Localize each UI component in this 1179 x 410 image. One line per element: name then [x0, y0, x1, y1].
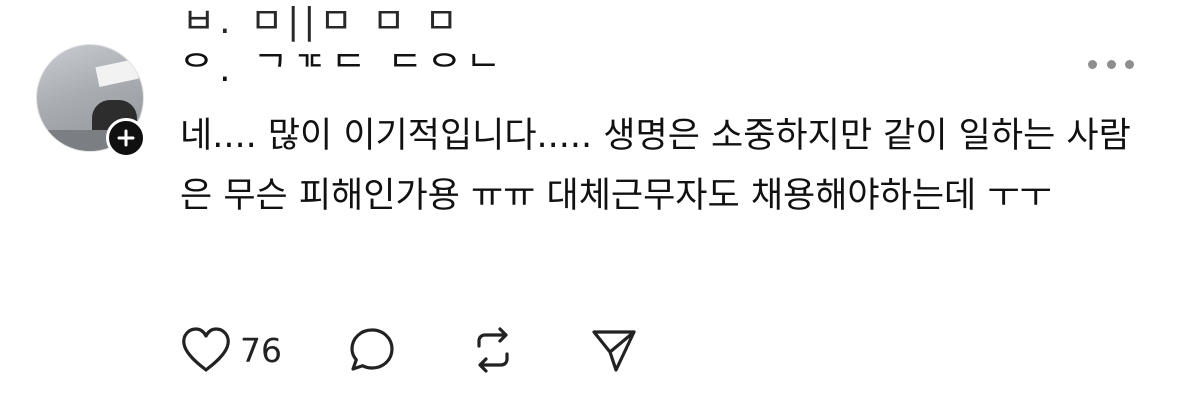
follow-button[interactable]	[106, 118, 146, 158]
plus-icon	[117, 129, 135, 147]
comment-bubble-icon	[350, 328, 394, 371]
avatar-container[interactable]	[36, 44, 146, 158]
action-bar: 76	[180, 322, 638, 378]
post-text: 네.... 많이 이기적입니다..... 생명은 소중하지만 같이 일하는 사람…	[180, 116, 1131, 216]
like-count: 76	[240, 330, 282, 370]
share-button[interactable]	[590, 326, 638, 374]
more-options-button[interactable]	[1088, 52, 1134, 76]
heart-icon	[182, 327, 230, 372]
repost-button[interactable]	[468, 325, 518, 375]
previous-post-fragment: ㅂ. ㅁ||ㅁ ㅁ ㅁ	[182, 1, 462, 42]
more-horizontal-icon	[1088, 59, 1097, 69]
username[interactable]: ᄋ. ᄀᄀᄃᄃ ᄃᄋᄂ	[180, 40, 506, 92]
send-icon	[592, 330, 636, 372]
reply-button[interactable]	[348, 326, 396, 374]
repost-icon	[477, 327, 509, 373]
like-button[interactable]: 76	[180, 326, 282, 374]
